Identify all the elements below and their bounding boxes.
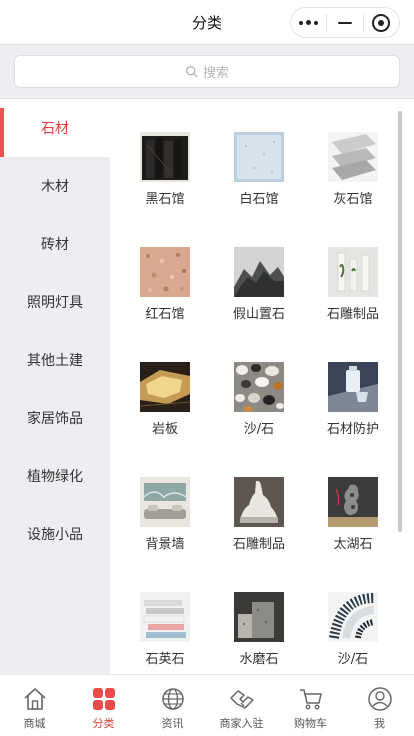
product-label: 假山置石	[232, 307, 285, 322]
tab-label: 我	[374, 717, 385, 730]
product-item[interactable]: 假山置石	[212, 247, 306, 362]
product-item[interactable]: 白石馆	[212, 132, 306, 247]
gravel-thumb	[328, 592, 378, 642]
product-item[interactable]: 石英石	[118, 592, 212, 674]
sidebar-item-facilities[interactable]: 设施小品	[0, 505, 110, 563]
product-item[interactable]: 石雕制品	[212, 477, 306, 592]
product-item[interactable]: 石雕制品	[306, 247, 400, 362]
target-icon	[372, 13, 391, 32]
sidebar-item-label: 其他土建	[27, 353, 83, 369]
tab-me[interactable]: 我	[345, 675, 414, 736]
sidebar-item-wood[interactable]: 木材	[0, 157, 110, 215]
product-item[interactable]: 石材防护	[306, 362, 400, 477]
category-icon	[92, 688, 115, 710]
product-label: 白石馆	[239, 192, 279, 207]
minus-icon	[337, 21, 352, 24]
product-label: 石雕制品	[232, 537, 285, 552]
sidebar-item-label: 石材	[41, 121, 69, 137]
search-input[interactable]: 搜索	[14, 55, 400, 88]
product-label: 红石馆	[145, 307, 185, 322]
quartz-stone-thumb	[140, 592, 190, 642]
tab-label: 购物车	[294, 717, 327, 730]
product-label: 太湖石	[333, 537, 373, 552]
tab-label: 商家入驻	[219, 717, 264, 730]
slab-thumb	[140, 362, 190, 412]
bottom-tab-bar: 商城 分类 资讯 商家入驻 购物车 我	[0, 674, 414, 736]
tab-category[interactable]: 分类	[69, 675, 138, 736]
sidebar-item-label: 砖材	[41, 237, 69, 253]
product-label: 背景墙	[145, 537, 185, 552]
tab-label: 分类	[92, 717, 115, 730]
minimize-button[interactable]	[327, 8, 362, 37]
product-item[interactable]: 沙/石	[212, 362, 306, 477]
handshake-icon	[229, 690, 254, 709]
mini-program-capsule	[290, 7, 400, 38]
product-grid: 黑石馆 白石馆 灰石馆 红石馆 假山置石 石雕制品 岩板 沙/石 石材防护 背景…	[118, 132, 400, 674]
sidebar-item-stone[interactable]: 石材	[0, 99, 110, 157]
stone-protection-thumb	[328, 362, 378, 412]
tab-label: 资讯	[161, 717, 184, 730]
product-label: 沙/石	[337, 652, 369, 667]
product-item[interactable]: 灰石馆	[306, 132, 400, 247]
category-sidebar: 石材 木材 砖材 照明灯具 其他土建 家居饰品 植物绿化 设施小品	[0, 99, 110, 674]
tab-mall[interactable]: 商城	[0, 675, 69, 736]
search-area: 搜索	[0, 44, 414, 99]
sidebar-item-label: 植物绿化	[27, 469, 83, 485]
cart-icon	[299, 689, 322, 710]
product-item[interactable]: 水磨石	[212, 592, 306, 674]
user-icon	[367, 687, 392, 711]
background-wall-thumb	[140, 477, 190, 527]
rockery-thumb	[234, 247, 284, 297]
navigation-bar: 分类	[0, 0, 414, 44]
content-scrollbar[interactable]	[398, 111, 402, 532]
terrazzo-thumb	[234, 592, 284, 642]
white-stone-thumb	[234, 132, 284, 182]
tab-merchant-join[interactable]: 商家入驻	[207, 675, 276, 736]
search-placeholder: 搜索	[202, 66, 229, 81]
product-label: 水磨石	[239, 652, 279, 667]
product-item[interactable]: 红石馆	[118, 247, 212, 362]
black-stone-thumb	[140, 132, 190, 182]
stone-carving-thumb	[328, 247, 378, 297]
close-button[interactable]	[364, 8, 399, 37]
product-label: 岩板	[151, 422, 178, 437]
sidebar-item-label: 家居饰品	[27, 411, 83, 427]
sidebar-item-label: 设施小品	[27, 527, 83, 543]
product-label: 石材防护	[326, 422, 379, 437]
sidebar-item-other-civil[interactable]: 其他土建	[0, 331, 110, 389]
more-button[interactable]	[291, 8, 326, 37]
product-item[interactable]: 沙/石	[306, 592, 400, 674]
product-item[interactable]: 岩板	[118, 362, 212, 477]
tab-label: 商城	[23, 717, 46, 730]
product-label: 灰石馆	[333, 192, 373, 207]
pebbles-thumb	[234, 362, 284, 412]
sidebar-item-greenery[interactable]: 植物绿化	[0, 447, 110, 505]
product-label: 黑石馆	[145, 192, 185, 207]
taihu-stone-thumb	[328, 477, 378, 527]
product-item[interactable]: 太湖石	[306, 477, 400, 592]
gray-stone-thumb	[328, 132, 378, 182]
product-label: 石雕制品	[326, 307, 379, 322]
tab-news[interactable]: 资讯	[138, 675, 207, 736]
product-panel: 黑石馆 白石馆 灰石馆 红石馆 假山置石 石雕制品 岩板 沙/石 石材防护 背景…	[110, 99, 414, 674]
more-dots-icon	[299, 20, 319, 25]
sidebar-item-brick[interactable]: 砖材	[0, 215, 110, 273]
product-item[interactable]: 黑石馆	[118, 132, 212, 247]
sidebar-item-label: 木材	[41, 179, 69, 195]
globe-icon	[161, 688, 184, 710]
tab-cart[interactable]: 购物车	[276, 675, 345, 736]
search-icon	[185, 65, 198, 78]
red-stone-thumb	[140, 247, 190, 297]
sidebar-item-home-decor[interactable]: 家居饰品	[0, 389, 110, 447]
stone-statue-thumb	[234, 477, 284, 527]
product-label: 沙/石	[243, 422, 275, 437]
product-label: 石英石	[145, 652, 185, 667]
sidebar-item-label: 照明灯具	[27, 295, 83, 311]
product-item[interactable]: 背景墙	[118, 477, 212, 592]
page-title: 分类	[191, 13, 222, 32]
sidebar-item-lighting[interactable]: 照明灯具	[0, 273, 110, 331]
home-icon	[23, 688, 46, 710]
